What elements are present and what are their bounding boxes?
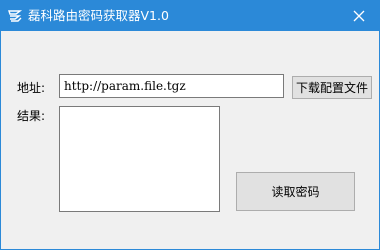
address-input[interactable] [59, 74, 284, 98]
close-icon [353, 10, 365, 22]
read-password-button[interactable]: 读取密码 [236, 172, 355, 211]
download-config-button[interactable]: 下载配置文件 [292, 76, 372, 99]
result-textarea[interactable] [59, 106, 220, 212]
title-bar[interactable]: 磊科路由密码获取器V1.0 [1, 1, 379, 31]
result-label: 结果: [17, 109, 46, 123]
app-logo-icon [7, 8, 23, 24]
window-title: 磊科路由密码获取器V1.0 [28, 8, 169, 23]
close-button[interactable] [339, 1, 379, 31]
address-label: 地址: [17, 81, 46, 95]
app-window: 磊科路由密码获取器V1.0 地址: 下载配置文件 结果: 读取密码 [0, 0, 380, 250]
